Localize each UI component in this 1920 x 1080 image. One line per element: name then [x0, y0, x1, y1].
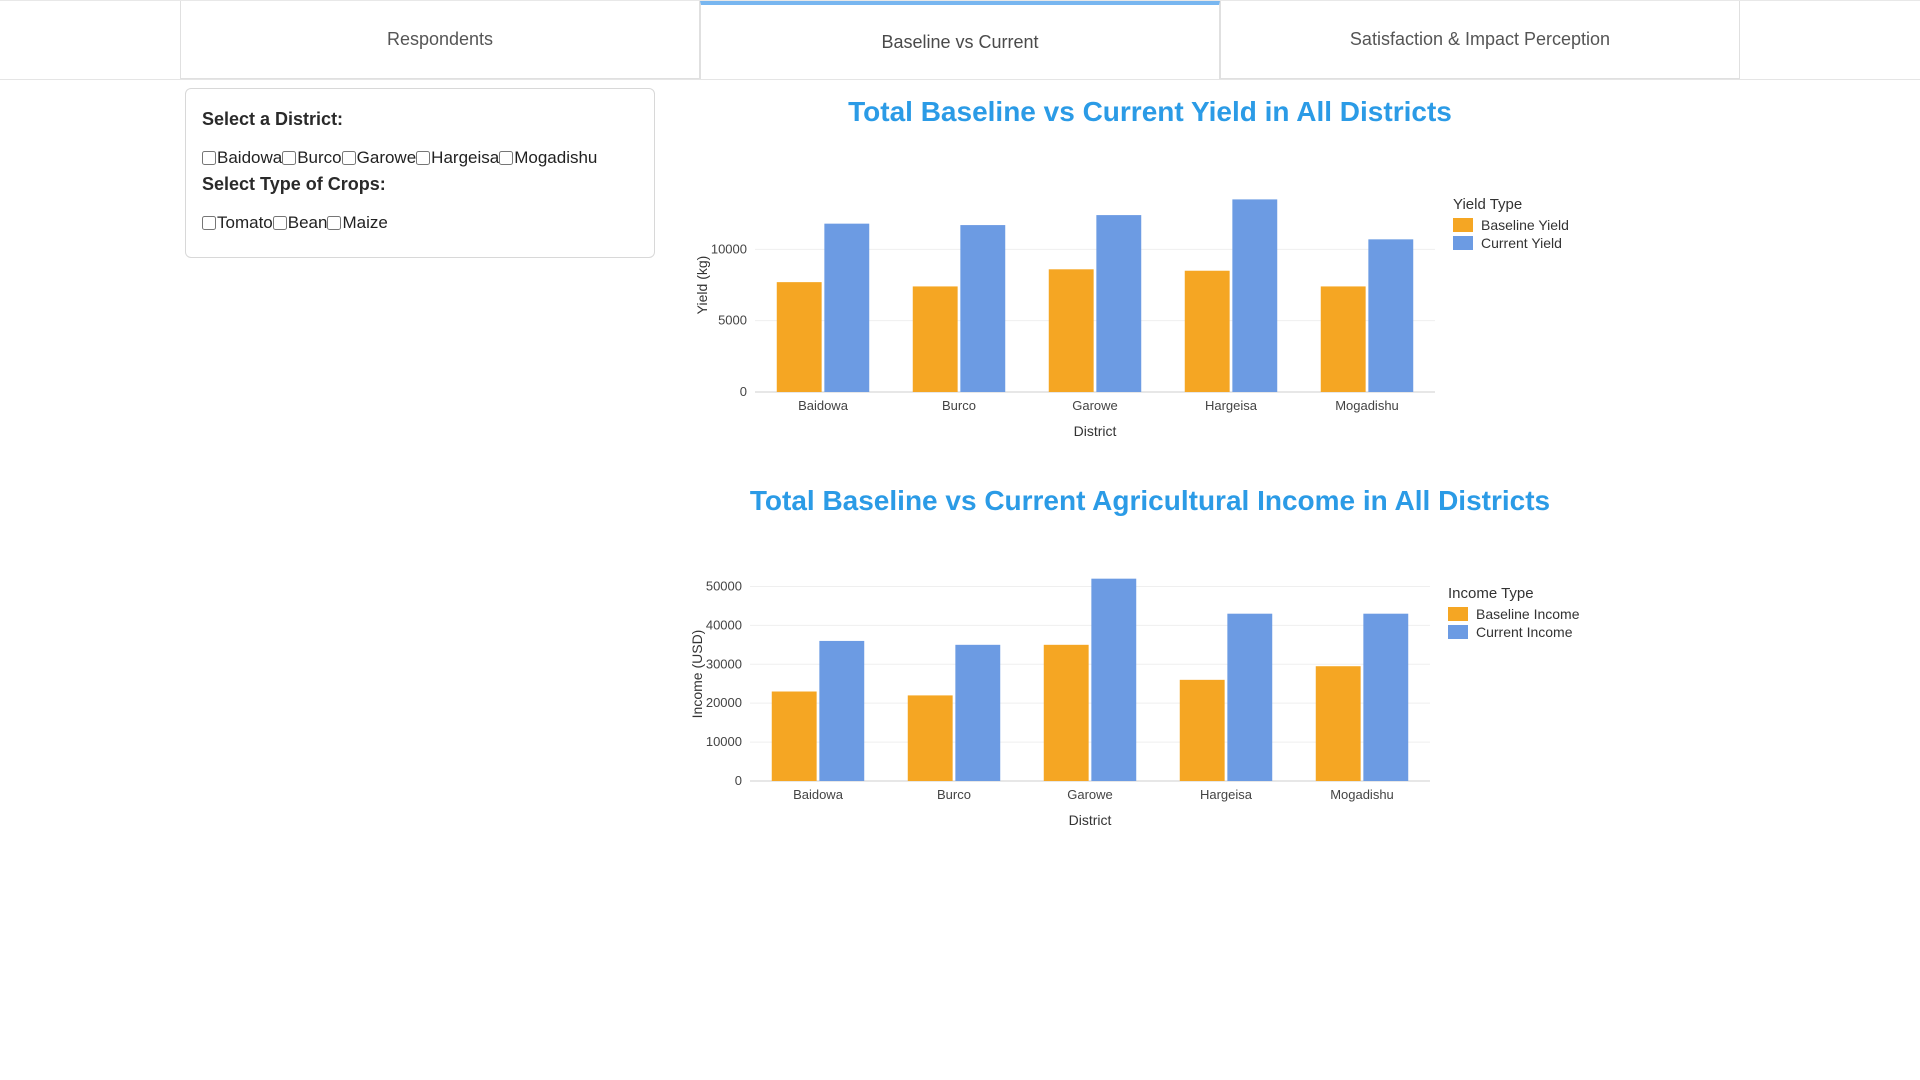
- legend-label: Baseline Income: [1476, 606, 1580, 622]
- legend-label: Baseline Yield: [1481, 217, 1569, 233]
- checkbox-label: Bean: [288, 213, 328, 233]
- legend-item-current-yield: Current Yield: [1453, 235, 1615, 251]
- checkbox-label: Maize: [342, 213, 387, 233]
- income-legend-title: Income Type: [1448, 585, 1620, 602]
- svg-text:0: 0: [735, 773, 742, 788]
- district-checkbox-baidowa[interactable]: Baidowa: [202, 148, 282, 168]
- legend-label: Current Yield: [1481, 235, 1562, 251]
- legend-swatch-icon: [1448, 607, 1468, 621]
- legend-label: Current Income: [1476, 624, 1572, 640]
- checkbox-maize-input[interactable]: [327, 216, 341, 230]
- tab-bar: Respondents Baseline vs Current Satisfac…: [0, 0, 1920, 80]
- svg-text:Hargeisa: Hargeisa: [1200, 787, 1253, 802]
- checkbox-burco-input[interactable]: [282, 151, 296, 165]
- district-checkbox-garowe[interactable]: Garowe: [342, 148, 417, 168]
- yield-chart-title: Total Baseline vs Current Yield in All D…: [500, 96, 1800, 128]
- yield-legend-title: Yield Type: [1453, 196, 1615, 213]
- svg-text:0: 0: [740, 384, 747, 399]
- svg-text:District: District: [1069, 812, 1112, 828]
- svg-text:Baidowa: Baidowa: [798, 398, 849, 413]
- legend-swatch-icon: [1453, 218, 1473, 232]
- svg-text:Baidowa: Baidowa: [793, 787, 844, 802]
- svg-text:Garowe: Garowe: [1072, 398, 1118, 413]
- checkbox-label: Burco: [297, 148, 341, 168]
- income-chart-title: Total Baseline vs Current Agricultural I…: [500, 485, 1800, 517]
- checkbox-label: Tomato: [217, 213, 273, 233]
- checkbox-label: Garowe: [357, 148, 417, 168]
- tab-baseline-vs-current[interactable]: Baseline vs Current: [700, 1, 1220, 79]
- svg-text:30000: 30000: [706, 656, 742, 671]
- svg-text:Hargeisa: Hargeisa: [1205, 398, 1258, 413]
- crop-checkbox-tomato[interactable]: Tomato: [202, 213, 273, 233]
- checkbox-label: Baidowa: [217, 148, 282, 168]
- tab-respondents[interactable]: Respondents: [180, 1, 700, 79]
- income-legend: Income Type Baseline Income Current Inco…: [1440, 531, 1620, 640]
- checkbox-tomato-input[interactable]: [202, 216, 216, 230]
- svg-text:40000: 40000: [706, 617, 742, 632]
- svg-text:50000: 50000: [706, 578, 742, 593]
- svg-text:10000: 10000: [711, 241, 747, 256]
- crop-checkbox-maize[interactable]: Maize: [327, 213, 387, 233]
- tab-satisfaction-impact[interactable]: Satisfaction & Impact Perception: [1220, 1, 1740, 79]
- svg-text:20000: 20000: [706, 695, 742, 710]
- district-checkbox-hargeisa[interactable]: Hargeisa: [416, 148, 499, 168]
- income-chart-block: Total Baseline vs Current Agricultural I…: [500, 485, 1800, 834]
- district-checkbox-burco[interactable]: Burco: [282, 148, 341, 168]
- income-chart: 0 10000 20000 30000 40000 50000 Baidowa Burco Ga…: [680, 531, 1440, 834]
- legend-item-baseline-yield: Baseline Yield: [1453, 217, 1615, 233]
- checkbox-label: Hargeisa: [431, 148, 499, 168]
- svg-text:10000: 10000: [706, 734, 742, 749]
- svg-text:Burco: Burco: [942, 398, 976, 413]
- svg-text:District: District: [1074, 423, 1117, 439]
- svg-text:Income (USD): Income (USD): [689, 630, 705, 719]
- legend-swatch-icon: [1453, 236, 1473, 250]
- svg-text:Burco: Burco: [937, 787, 971, 802]
- checkbox-garowe-input[interactable]: [342, 151, 356, 165]
- crop-checkbox-bean[interactable]: Bean: [273, 213, 328, 233]
- svg-text:5000: 5000: [718, 313, 747, 328]
- legend-swatch-icon: [1448, 625, 1468, 639]
- svg-text:Mogadishu: Mogadishu: [1335, 398, 1399, 413]
- svg-text:Garowe: Garowe: [1067, 787, 1113, 802]
- checkbox-baidowa-input[interactable]: [202, 151, 216, 165]
- yield-chart: 0 5000 10000 Baidowa Burco Garowe Hargeisa Moga…: [685, 142, 1445, 445]
- legend-item-baseline-income: Baseline Income: [1448, 606, 1620, 622]
- yield-chart-block: Total Baseline vs Current Yield in All D…: [500, 96, 1800, 445]
- yield-legend: Yield Type Baseline Yield Current Yield: [1445, 142, 1615, 251]
- checkbox-bean-input[interactable]: [273, 216, 287, 230]
- legend-item-current-income: Current Income: [1448, 624, 1620, 640]
- checkbox-hargeisa-input[interactable]: [416, 151, 430, 165]
- svg-text:Yield (kg): Yield (kg): [694, 256, 710, 315]
- svg-text:Mogadishu: Mogadishu: [1330, 787, 1394, 802]
